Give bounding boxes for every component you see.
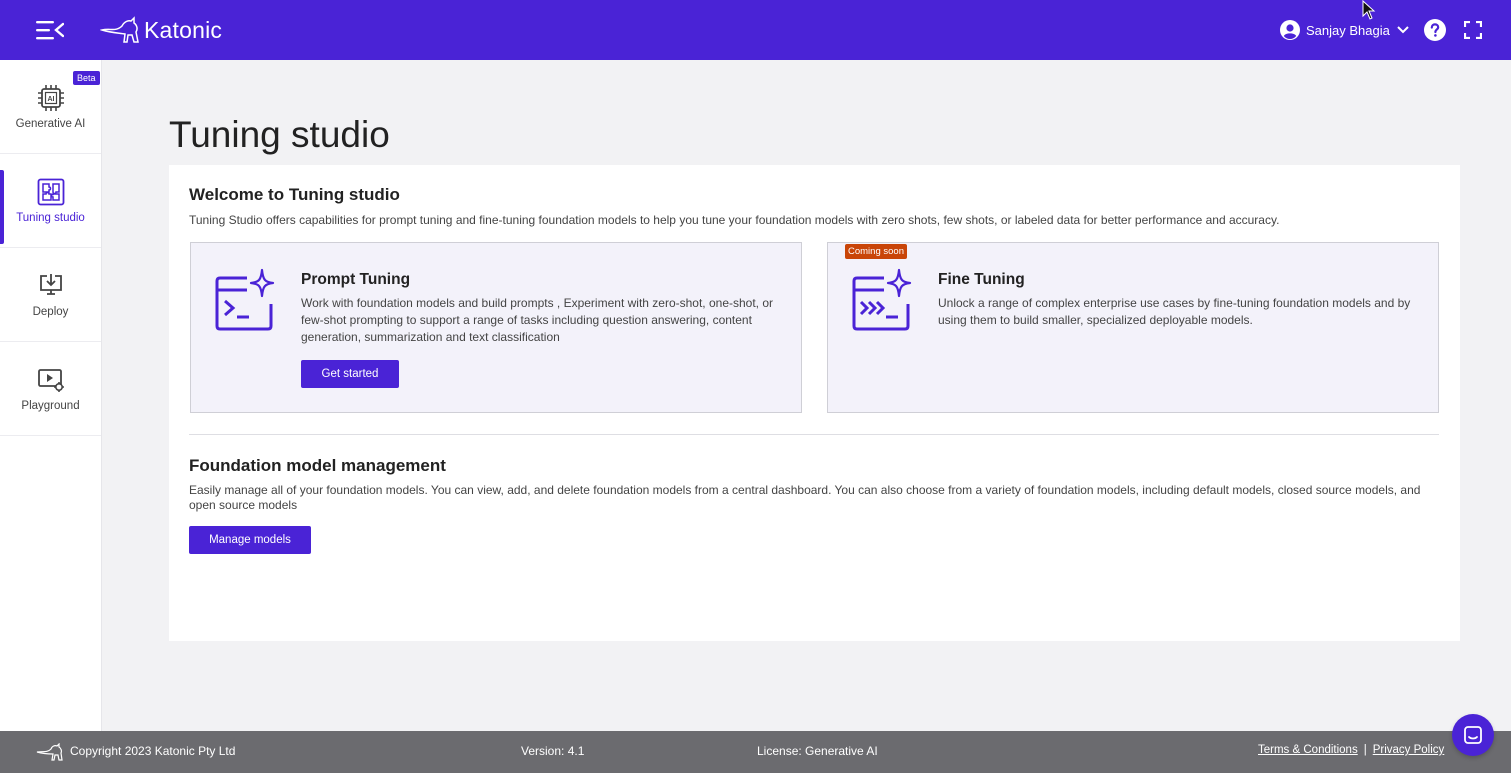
fine-tuning-card: Coming soon Fine Tuning Unlock a range o… [827, 242, 1439, 413]
kangaroo-logo-icon [100, 16, 139, 43]
sidebar-item-label: Generative AI [15, 117, 86, 130]
prompt-tuning-card: Prompt Tuning Work with foundation model… [190, 242, 802, 413]
sidebar-item-generative-ai[interactable]: Beta AI Generative AI [0, 60, 101, 154]
footer: Copyright 2023 Katonic Pty Ltd Version: … [0, 731, 1511, 773]
copyright-text: Copyright 2023 Katonic Pty Ltd [70, 744, 236, 758]
card-description: Unlock a range of complex enterprise use… [938, 296, 1411, 327]
katonic-logo[interactable]: Katonic [100, 14, 222, 46]
puzzle-icon [37, 178, 64, 205]
foundation-model-management-description: Easily manage all of your foundation mod… [189, 483, 1421, 512]
welcome-description: Tuning Studio offers capabilities for pr… [189, 213, 1280, 227]
user-avatar-icon [1280, 20, 1300, 40]
foundation-model-management-title: Foundation model management [189, 456, 446, 475]
sidebar-item-label: Tuning studio [16, 211, 85, 224]
license-text: License: Generative AI [757, 744, 878, 758]
user-name: Sanjay Bhagia [1306, 22, 1390, 38]
get-started-button[interactable]: Get started [301, 360, 399, 388]
card-title: Prompt Tuning [301, 271, 411, 288]
sidebar-item-tuning-studio[interactable]: Tuning studio [0, 154, 101, 248]
footer-links: Terms & Conditions | Privacy Policy [1258, 744, 1444, 756]
fine-tuning-terminal-icon [852, 268, 912, 331]
chat-launcher-button[interactable] [1452, 714, 1494, 756]
sidebar: Beta AI Generative AI Tuning studio Depl… [0, 60, 102, 731]
svg-text:AI: AI [47, 96, 54, 103]
deploy-icon [39, 273, 62, 295]
menu-collapse-icon[interactable] [36, 19, 64, 41]
sidebar-item-label: Deploy [32, 305, 69, 318]
page-title: Tuning studio [169, 114, 390, 155]
version-text: Version: 4.1 [521, 744, 585, 758]
top-bar: Katonic Sanjay Bhagia [0, 0, 1511, 60]
divider [189, 434, 1439, 435]
coming-soon-badge: Coming soon [845, 244, 907, 259]
welcome-title: Welcome to Tuning studio [189, 185, 400, 204]
user-menu[interactable]: Sanjay Bhagia [1280, 18, 1410, 42]
playground-icon [37, 368, 64, 392]
sidebar-item-playground[interactable]: Playground [0, 342, 101, 436]
card-description: Work with foundation models and build pr… [301, 296, 774, 344]
chevron-down-icon [1397, 26, 1409, 34]
beta-badge: Beta [73, 71, 100, 85]
sidebar-item-label: Playground [21, 399, 80, 412]
main-panel: Welcome to Tuning studio Tuning Studio o… [169, 165, 1460, 641]
footer-separator: | [1363, 744, 1367, 756]
sidebar-item-deploy[interactable]: Deploy [0, 248, 101, 342]
card-title: Fine Tuning [938, 271, 1025, 288]
chat-icon [1464, 726, 1482, 744]
fullscreen-icon[interactable] [1464, 21, 1482, 39]
help-icon[interactable] [1424, 19, 1446, 41]
privacy-policy-link[interactable]: Privacy Policy [1373, 744, 1445, 756]
manage-models-button[interactable]: Manage models [189, 526, 311, 554]
terms-link[interactable]: Terms & Conditions [1258, 744, 1358, 756]
prompt-terminal-icon [215, 268, 275, 331]
ai-chip-icon: AI [37, 84, 64, 111]
brand-name: Katonic [144, 16, 223, 43]
kangaroo-logo-icon [36, 743, 63, 761]
mouse-cursor-icon [1362, 0, 1376, 20]
